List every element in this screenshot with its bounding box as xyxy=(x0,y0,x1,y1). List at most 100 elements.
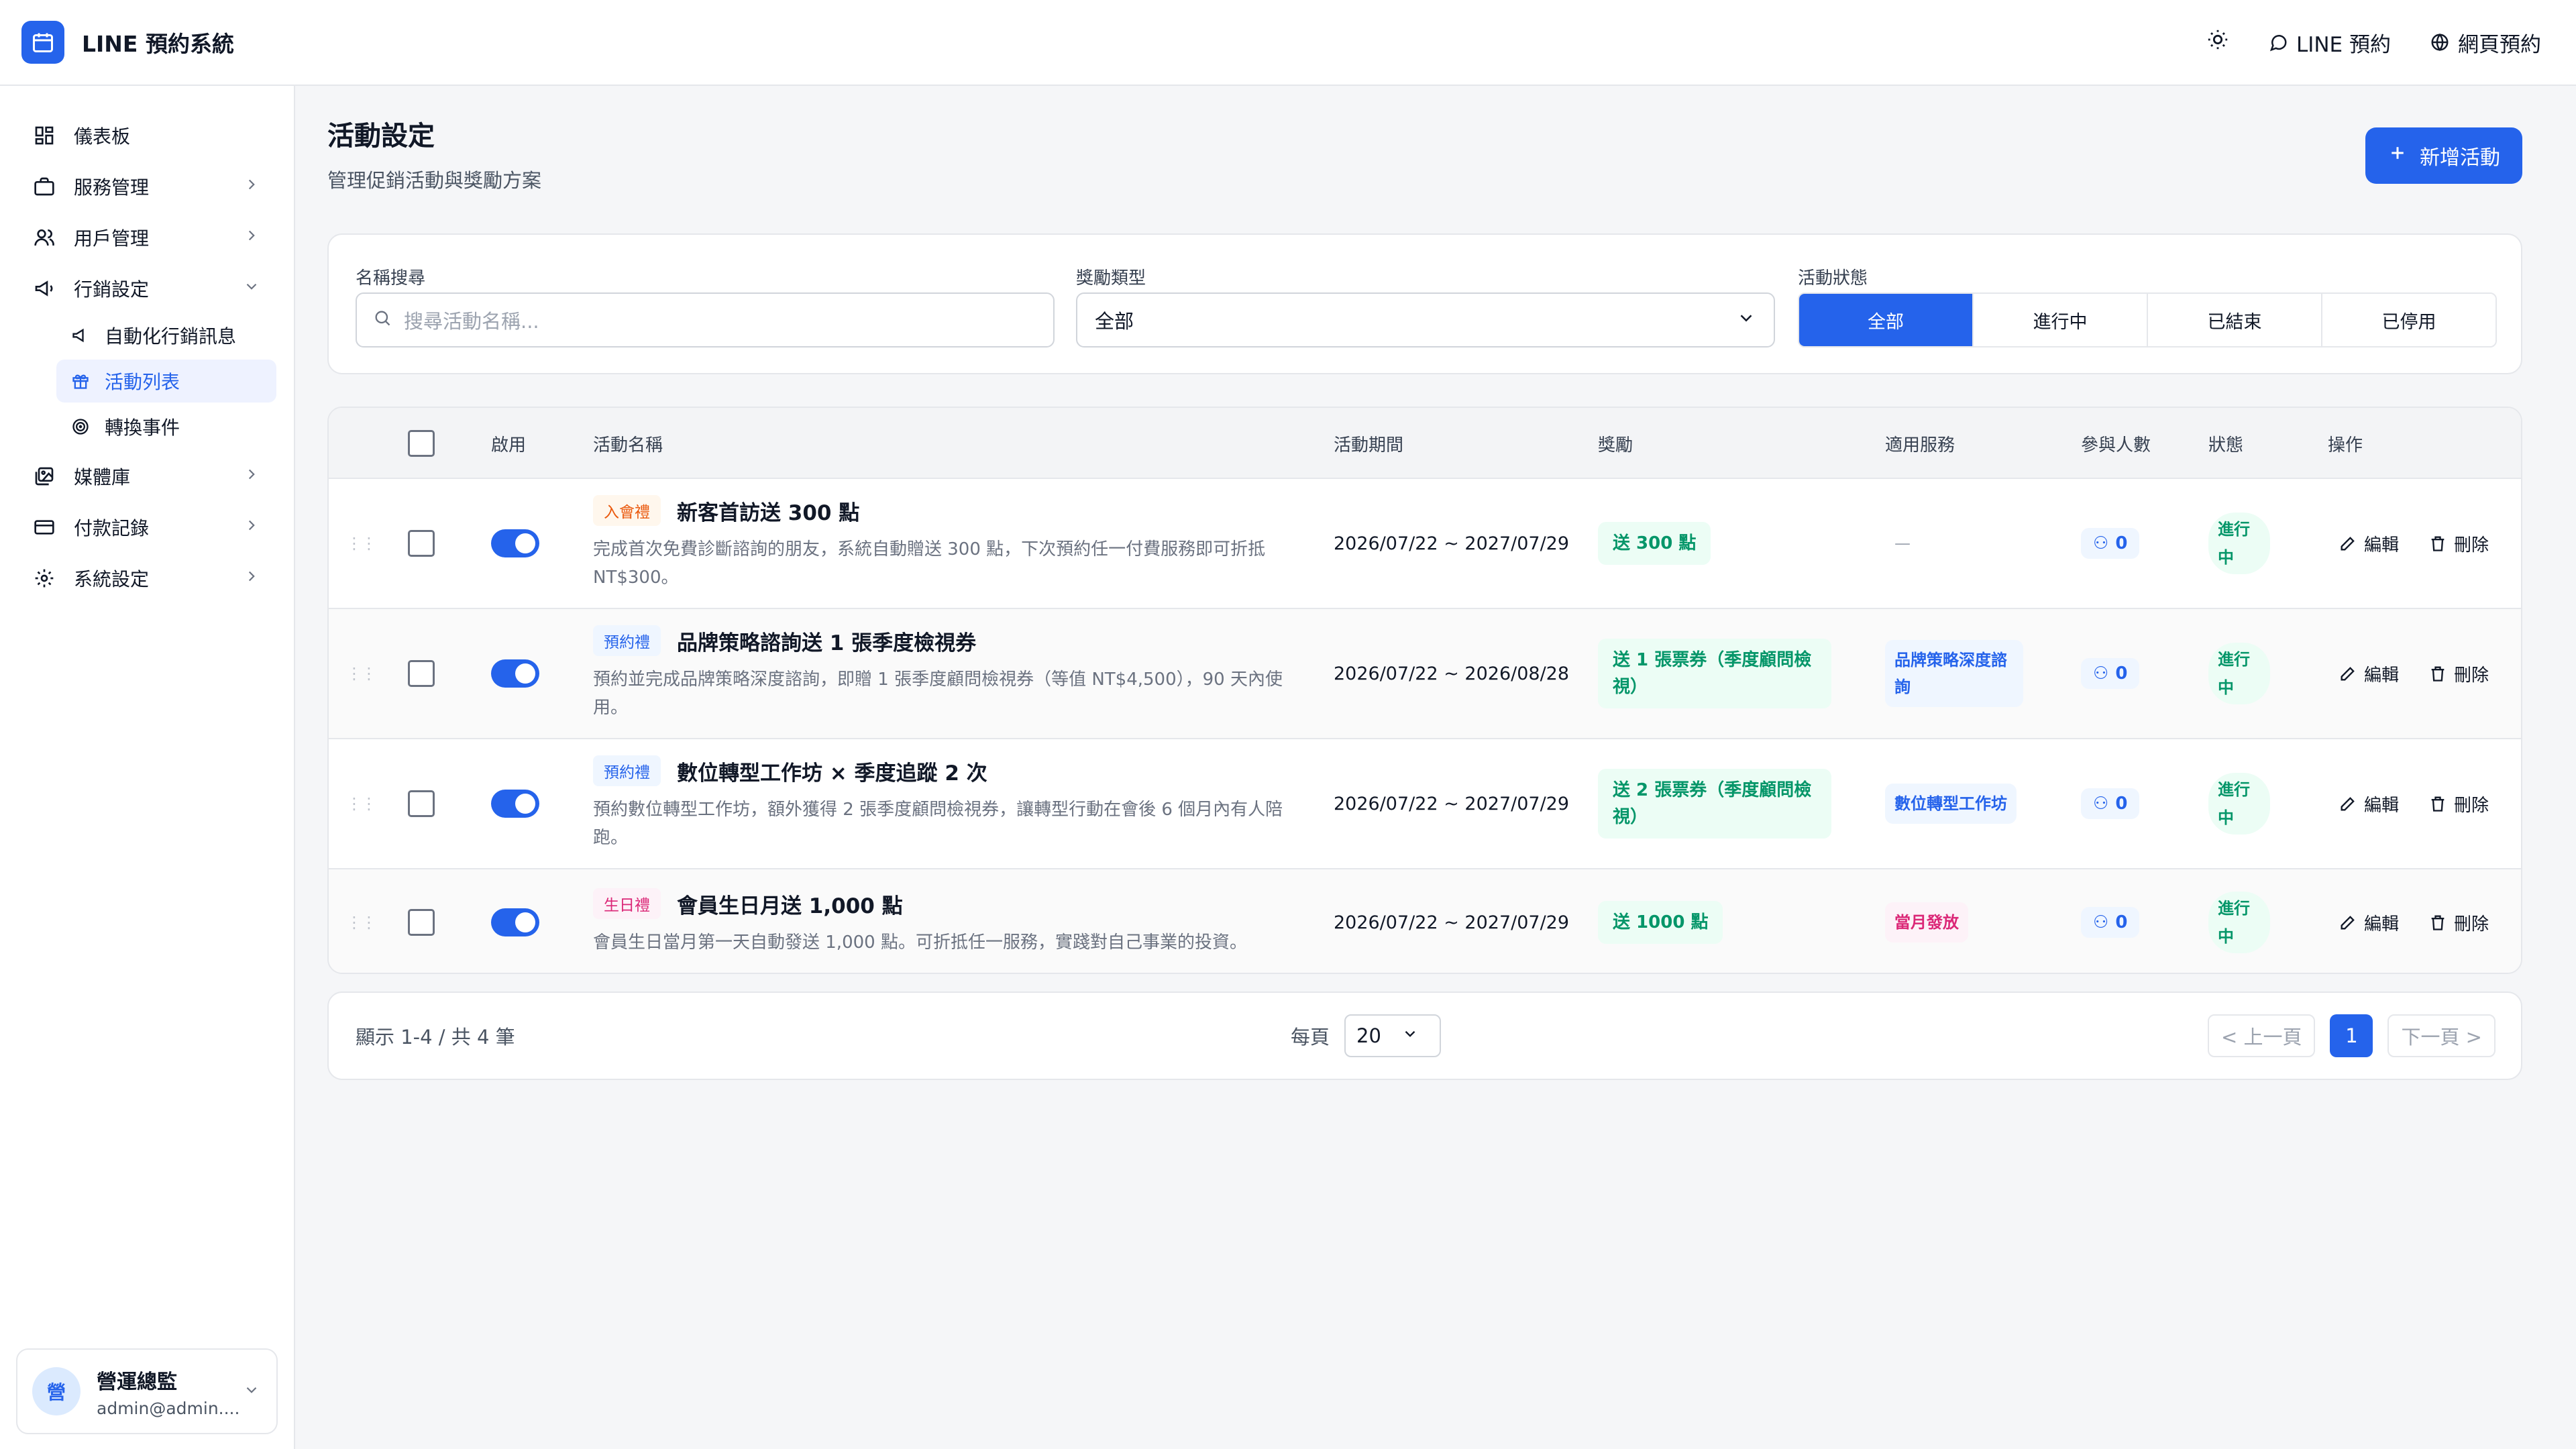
drag-handle-icon[interactable]: ⋮⋮ xyxy=(346,664,377,683)
briefcase-icon xyxy=(32,174,56,199)
reward-badge: 送 1 張票券（季度顧問檢視） xyxy=(1598,639,1831,708)
sidebar-item-users[interactable]: 用戶管理 xyxy=(0,212,294,263)
user-menu[interactable]: 營 營運總監 admin@admin.... xyxy=(16,1348,278,1434)
sidebar-item-marketing[interactable]: 行銷設定 xyxy=(0,263,294,314)
row-checkbox[interactable] xyxy=(408,909,435,936)
participants-count: 0 xyxy=(2115,533,2128,553)
drag-handle-icon[interactable]: ⋮⋮ xyxy=(346,534,377,553)
add-campaign-label: 新增活動 xyxy=(2420,146,2500,170)
page-1-button[interactable]: 1 xyxy=(2330,1014,2373,1057)
globe-icon xyxy=(2431,33,2449,52)
delete-label: 刪除 xyxy=(2454,795,2489,816)
edit-button[interactable]: 編輯 xyxy=(2339,792,2399,816)
reward-badge: 送 2 張票券（季度顧問檢視） xyxy=(1598,769,1831,839)
sidebar-item-media[interactable]: 媒體庫 xyxy=(0,451,294,502)
sidebar-item-payments[interactable]: 付款記錄 xyxy=(0,502,294,553)
sidebar-item-label: 服務管理 xyxy=(74,176,150,199)
drag-handle-icon[interactable]: ⋮⋮ xyxy=(346,794,377,813)
row-checkbox[interactable] xyxy=(408,660,435,687)
line-booking-link[interactable]: LINE 預約 xyxy=(2268,28,2391,58)
service-badge: 數位轉型工作坊 xyxy=(1885,784,2017,824)
plus-icon xyxy=(2387,143,2408,168)
campaign-table: 啟用 活動名稱 活動期間 獎勵 適用服務 參與人數 狀態 操作 ⋮⋮ 入會禮 新… xyxy=(327,407,2522,974)
drag-handle-icon[interactable]: ⋮⋮ xyxy=(346,913,377,932)
users-icon xyxy=(32,225,56,250)
target-icon xyxy=(70,416,91,437)
sidebar-subitem-campaign-list[interactable]: 活動列表 xyxy=(56,360,276,402)
prev-page-button[interactable]: < 上一頁 xyxy=(2207,1014,2316,1057)
sidebar-subitem-conversion[interactable]: 轉換事件 xyxy=(56,405,276,448)
page-subtitle: 管理促銷活動與獎勵方案 xyxy=(327,169,542,192)
gift-icon xyxy=(70,370,91,392)
theme-toggle-sun-icon[interactable] xyxy=(2206,28,2229,56)
select-all-checkbox[interactable] xyxy=(408,430,435,457)
reward-type-select[interactable]: 全部 xyxy=(1076,292,1775,347)
settings-icon xyxy=(32,566,56,590)
user-email: admin@admin.... xyxy=(97,1398,240,1418)
enable-toggle[interactable] xyxy=(491,790,539,818)
dashboard-icon xyxy=(32,123,56,148)
chevron-right-icon xyxy=(243,176,260,198)
sidebar-item-services[interactable]: 服務管理 xyxy=(0,161,294,212)
status-badge: 進行中 xyxy=(2208,892,2270,953)
campaign-period: 2026/07/22 ~ 2027/07/29 xyxy=(1334,793,1570,814)
per-page-value: 20 xyxy=(1356,1024,1381,1047)
row-checkbox[interactable] xyxy=(408,790,435,817)
service-badge: — xyxy=(1894,534,1911,553)
search-placeholder: 搜尋活動名稱... xyxy=(404,310,539,333)
edit-button[interactable]: 編輯 xyxy=(2339,661,2399,686)
campaign-description: 會員生日當月第一天自動發送 1,000 點。可折抵任一服務，實踐對自己事業的投資… xyxy=(593,932,1247,953)
chevron-down-icon xyxy=(243,278,260,300)
people-icon: ⚇ xyxy=(2093,533,2109,553)
delete-button[interactable]: 刪除 xyxy=(2428,661,2489,686)
next-page-button[interactable]: 下一頁 > xyxy=(2387,1014,2496,1057)
sidebar-item-label: 用戶管理 xyxy=(74,227,150,250)
sidebar-subitem-automation[interactable]: 自動化行銷訊息 xyxy=(56,314,276,357)
add-campaign-button[interactable]: 新增活動 xyxy=(2365,127,2522,184)
service-badge: 當月發放 xyxy=(1885,902,1968,943)
status-filter-all[interactable]: 全部 xyxy=(1799,294,1974,346)
name-search-input[interactable]: 搜尋活動名稱... xyxy=(356,292,1055,347)
sidebar-item-label: 行銷設定 xyxy=(74,278,150,301)
user-name: 營運總監 xyxy=(97,1370,177,1394)
participants-badge: ⚇ 0 xyxy=(2081,907,2140,938)
delete-button[interactable]: 刪除 xyxy=(2428,531,2489,556)
header-name: 活動名稱 xyxy=(593,435,663,455)
chevron-down-icon xyxy=(1401,1024,1419,1047)
reward-type-label: 獎勵類型 xyxy=(1076,268,1146,288)
edit-button[interactable]: 編輯 xyxy=(2339,910,2399,935)
pagination-info: 顯示 1-4 / 共 4 筆 xyxy=(356,1026,515,1049)
per-page-select[interactable]: 20 xyxy=(1344,1014,1442,1057)
people-icon: ⚇ xyxy=(2093,663,2109,684)
table-row: ⋮⋮ 預約禮 數位轉型工作坊 × 季度追蹤 2 次 預約數位轉型工作坊，額外獲得… xyxy=(329,739,2521,869)
delete-button[interactable]: 刪除 xyxy=(2428,910,2489,935)
delete-button[interactable]: 刪除 xyxy=(2428,792,2489,816)
status-badge: 進行中 xyxy=(2208,513,2270,574)
delete-label: 刪除 xyxy=(2454,914,2489,934)
status-filter-disabled[interactable]: 已停用 xyxy=(2322,294,2496,346)
web-booking-link[interactable]: 網頁預約 xyxy=(2430,28,2541,58)
status-filter-active[interactable]: 進行中 xyxy=(1974,294,2148,346)
edit-label: 編輯 xyxy=(2364,535,2400,555)
edit-button[interactable]: 編輯 xyxy=(2339,531,2399,556)
enable-toggle[interactable] xyxy=(491,659,539,688)
brand: LINE 預約系統 xyxy=(21,21,234,64)
sidebar-item-dashboard[interactable]: 儀表板 xyxy=(0,110,294,161)
campaign-tag: 生日禮 xyxy=(593,888,661,919)
participants-badge: ⚇ 0 xyxy=(2081,528,2140,559)
web-booking-label: 網頁預約 xyxy=(2458,32,2541,57)
participants-badge: ⚇ 0 xyxy=(2081,658,2140,689)
campaign-description: 預約數位轉型工作坊，額外獲得 2 張季度顧問檢視券，讓轉型行動在會後 6 個月內… xyxy=(593,800,1283,848)
sidebar-item-settings[interactable]: 系統設定 xyxy=(0,553,294,604)
row-checkbox[interactable] xyxy=(408,530,435,557)
enable-toggle[interactable] xyxy=(491,529,539,557)
status-filter-ended[interactable]: 已結束 xyxy=(2148,294,2322,346)
edit-label: 編輯 xyxy=(2364,914,2400,934)
table-header: 啟用 活動名稱 活動期間 獎勵 適用服務 參與人數 狀態 操作 xyxy=(329,408,2521,479)
chevron-right-icon xyxy=(243,568,260,590)
gallery-icon xyxy=(32,464,56,488)
enable-toggle[interactable] xyxy=(491,908,539,936)
sidebar-item-label: 付款記錄 xyxy=(74,517,150,539)
header-participants: 參與人數 xyxy=(2081,435,2151,455)
status-filter-label: 活動狀態 xyxy=(1798,268,1868,288)
